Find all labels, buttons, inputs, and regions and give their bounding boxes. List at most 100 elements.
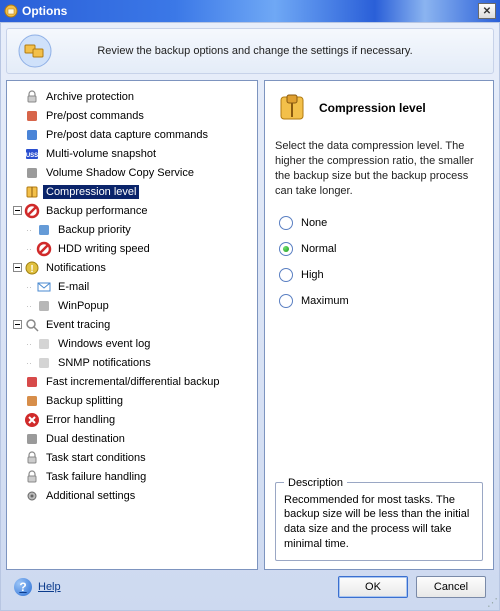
tree-item-label: Notifications xyxy=(43,261,109,275)
radio-icon xyxy=(279,268,293,282)
tree-item-label: Archive protection xyxy=(43,90,137,104)
cancel-button[interactable]: Cancel xyxy=(416,576,486,598)
tree-item-winpopup[interactable]: ·· WinPopup xyxy=(9,296,255,315)
tree-item-multi-volume-snapshot[interactable]: USS Multi-volume snapshot xyxy=(9,144,255,163)
tree-item-backup-performance[interactable]: Backup performance xyxy=(9,201,255,220)
tree-joint xyxy=(11,452,23,464)
collapse-icon[interactable] xyxy=(11,319,23,331)
tree-joint: ·· xyxy=(23,224,35,236)
tree-item-archive-protection[interactable]: Archive protection xyxy=(9,87,255,106)
tree-joint xyxy=(11,129,23,141)
tree-item-pre-post-commands[interactable]: Pre/post commands xyxy=(9,106,255,125)
radio-high[interactable]: High xyxy=(279,268,483,282)
tree-item-email[interactable]: ·· E-mail xyxy=(9,277,255,296)
error-icon xyxy=(23,412,41,428)
detail-header: Compression level xyxy=(275,91,483,125)
tree-item-label: WinPopup xyxy=(55,299,112,313)
ok-label: OK xyxy=(365,581,381,593)
radio-label: Normal xyxy=(301,243,336,255)
tree-item-label: Dual destination xyxy=(43,432,128,446)
tree-item-label: Backup splitting xyxy=(43,394,126,408)
compress-icon xyxy=(23,184,41,200)
tree-item-snmp-notifications[interactable]: ·· SNMP notifications xyxy=(9,353,255,372)
description-box: Description Recommended for most tasks. … xyxy=(275,482,483,561)
tree-item-label: Backup performance xyxy=(43,204,151,218)
search-icon xyxy=(23,317,41,333)
close-icon: ✕ xyxy=(483,6,491,17)
tree-joint xyxy=(11,110,23,122)
lock2-icon xyxy=(23,469,41,485)
tree-item-task-start-conditions[interactable]: Task start conditions xyxy=(9,448,255,467)
tree-item-windows-event-log[interactable]: ··Windows event log xyxy=(9,334,255,353)
tree-item-label: E-mail xyxy=(55,280,92,294)
tree-item-notifications[interactable]: !Notifications xyxy=(9,258,255,277)
tree-item-error-handling[interactable]: Error handling xyxy=(9,410,255,429)
tree-item-label: Additional settings xyxy=(43,489,138,503)
tree-item-hdd-writing-speed[interactable]: ··HDD writing speed xyxy=(9,239,255,258)
titlebar: Options ✕ xyxy=(0,0,500,22)
lock2-icon xyxy=(23,450,41,466)
tree-joint: ·· xyxy=(23,243,35,255)
banner-icon xyxy=(17,33,53,69)
tree-item-label: Event tracing xyxy=(43,318,113,332)
close-button[interactable]: ✕ xyxy=(478,3,496,19)
detail-description: Select the data compression level. The h… xyxy=(275,139,483,198)
fast-icon xyxy=(23,374,41,390)
bottom-bar: ? Help OK Cancel xyxy=(6,570,494,604)
tree-joint: ·· xyxy=(23,300,35,312)
tree-item-pre-post-data-capture[interactable]: Pre/post data capture commands xyxy=(9,125,255,144)
tree-joint xyxy=(11,490,23,502)
radio-maximum[interactable]: Maximum xyxy=(279,294,483,308)
help-link[interactable]: ? Help xyxy=(14,578,61,596)
radio-label: Maximum xyxy=(301,295,349,307)
gear-icon xyxy=(23,488,41,504)
radio-normal[interactable]: Normal xyxy=(279,242,483,256)
tree-item-label: Pre/post data capture commands xyxy=(43,128,211,142)
tree-joint xyxy=(11,167,23,179)
tree-item-label: Fast incremental/differential backup xyxy=(43,375,222,389)
mail-icon xyxy=(35,279,53,295)
vss-icon: USS xyxy=(23,146,41,162)
snmp-icon xyxy=(35,355,53,371)
radio-none[interactable]: None xyxy=(279,216,483,230)
cmd-icon xyxy=(23,108,41,124)
tree-joint xyxy=(11,186,23,198)
tree-item-label: Multi-volume snapshot xyxy=(43,147,159,161)
tree-item-label: Compression level xyxy=(43,185,139,199)
tree-item-fast-incremental[interactable]: Fast incremental/differential backup xyxy=(9,372,255,391)
svg-text:USS: USS xyxy=(26,153,38,159)
tree-item-vss[interactable]: Volume Shadow Copy Service xyxy=(9,163,255,182)
tree-joint xyxy=(11,91,23,103)
banner: Review the backup options and change the… xyxy=(6,28,494,74)
help-icon: ? xyxy=(14,578,32,596)
log-icon xyxy=(35,336,53,352)
tree-joint: ·· xyxy=(23,281,35,293)
deny-icon xyxy=(23,203,41,219)
tree-item-dual-destination[interactable]: Dual destination xyxy=(9,429,255,448)
priority-icon xyxy=(35,222,53,238)
compression-icon xyxy=(275,91,309,125)
tree-joint: ·· xyxy=(23,357,35,369)
radio-icon xyxy=(279,242,293,256)
tree-item-compression-level[interactable]: Compression level xyxy=(9,182,255,201)
tree-item-label: Error handling xyxy=(43,413,118,427)
tree-joint xyxy=(11,433,23,445)
notify-icon: ! xyxy=(23,260,41,276)
detail-panel: Compression level Select the data compre… xyxy=(264,80,494,570)
tree-joint xyxy=(11,376,23,388)
help-label: Help xyxy=(38,581,61,593)
deny-icon xyxy=(35,241,53,257)
tree-item-backup-priority[interactable]: ··Backup priority xyxy=(9,220,255,239)
tree-item-label: Task start conditions xyxy=(43,451,149,465)
tree-item-task-failure-handling[interactable]: Task failure handling xyxy=(9,467,255,486)
tree-item-additional-settings[interactable]: Additional settings xyxy=(9,486,255,505)
radio-icon xyxy=(279,294,293,308)
tree-item-event-tracing[interactable]: Event tracing xyxy=(9,315,255,334)
ok-button[interactable]: OK xyxy=(338,576,408,598)
collapse-icon[interactable] xyxy=(11,262,23,274)
tree-item-label: SNMP notifications xyxy=(55,356,154,370)
radio-icon xyxy=(279,216,293,230)
tree-item-backup-splitting[interactable]: Backup splitting xyxy=(9,391,255,410)
cmd-blue-icon xyxy=(23,127,41,143)
collapse-icon[interactable] xyxy=(11,205,23,217)
